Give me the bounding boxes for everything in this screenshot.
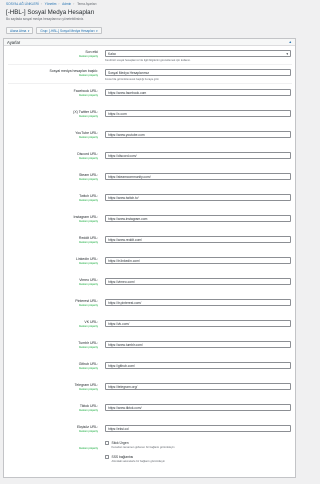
discord-url-input[interactable]: https://discord.com/ bbox=[105, 152, 291, 159]
setting-label: Linkedin URL: Custom property bbox=[8, 257, 98, 265]
twitter-url-input[interactable]: https://x.com bbox=[105, 110, 291, 117]
facebook-url-input[interactable]: https://www.facebook.com bbox=[105, 89, 291, 96]
settings-panel: Ayarlar ▲ Son etki Custom property Kalıc… bbox=[3, 38, 296, 478]
option-label: SSS bağlantısı bbox=[111, 455, 134, 459]
setting-label: Discord URL: Custom property bbox=[8, 152, 98, 160]
option-label: Stick Ürgen bbox=[111, 441, 129, 445]
custom-tag: Custom property bbox=[78, 408, 98, 412]
custom-tag: Custom property bbox=[78, 446, 98, 450]
heading-input[interactable]: Sosyal Medya Hesaplarımız bbox=[105, 69, 291, 76]
instagram-url-input[interactable]: https://www.instagram.com bbox=[105, 215, 291, 222]
tab-alana-atma[interactable]: Alana Atma ▾ bbox=[6, 27, 34, 34]
custom-tag: Custom property bbox=[78, 345, 98, 349]
setting-label: Son etki Custom property bbox=[8, 50, 98, 58]
setting-label: Reddit URL: Custom property bbox=[8, 236, 98, 244]
collapse-toggle-icon[interactable]: ▲ bbox=[289, 40, 292, 44]
setting-label: Pinterest URL: Custom property bbox=[8, 299, 98, 307]
breadcrumb-item[interactable]: SOSYAL AĞ LİNKLERİ bbox=[6, 2, 39, 6]
vimeo-url-input[interactable]: https://vimeo.com/ bbox=[105, 278, 291, 285]
setting-label: (X) Twitter URL: Custom property bbox=[8, 110, 98, 118]
custom-tag: Custom property bbox=[78, 366, 98, 370]
pinterest-url-input[interactable]: https://tr.pinterest.com/ bbox=[105, 299, 291, 306]
custom-tag: Custom property bbox=[78, 198, 98, 202]
custom-tag: Custom property bbox=[78, 261, 98, 265]
custom-tag: Custom property bbox=[78, 282, 98, 286]
tab-bar: Alana Atma ▾ Grup: [-HBL-] Sosyal Medya H… bbox=[6, 27, 102, 34]
setting-label: Steam URL: Custom property bbox=[8, 173, 98, 181]
setting-label: YouTube URL: Custom property bbox=[8, 131, 98, 139]
help-text: Footer'da görüntülenecek başlığı buraya … bbox=[105, 78, 159, 81]
option-2-checkbox[interactable] bbox=[105, 455, 109, 460]
custom-tag: Custom property bbox=[78, 387, 98, 391]
option-1-checkbox[interactable] bbox=[105, 441, 109, 446]
page-description: Bu sayfada sosyal medya hesaplarınızı yö… bbox=[6, 17, 85, 21]
divider bbox=[8, 83, 292, 84]
tab-group[interactable]: Grup: [-HBL-] Sosyal Medya Hesapları ▾ bbox=[36, 27, 102, 34]
custom-tag: Custom property bbox=[78, 429, 98, 433]
tumblr-url-input[interactable]: https://www.tumblr.com/ bbox=[105, 341, 291, 348]
vk-url-input[interactable]: https://vk.com/ bbox=[105, 320, 291, 327]
setting-label: Facebook URL: Custom property bbox=[8, 89, 98, 97]
tiktok-url-input[interactable]: https://www.tiktok.com/ bbox=[105, 404, 291, 411]
custom-tag: Custom property bbox=[78, 54, 98, 58]
panel-title: Ayarlar bbox=[7, 39, 21, 45]
custom-tag: Custom property bbox=[78, 93, 98, 97]
status-select[interactable]: Kalıcı ▾ bbox=[105, 50, 291, 57]
divider bbox=[8, 64, 292, 65]
reddit-url-input[interactable]: https://www.reddit.com/ bbox=[105, 236, 291, 243]
help-text: Kenarları tamamen gizlenen bir bağlantı … bbox=[111, 445, 175, 449]
help-text: Kendinizi sosyal hesaplarınız ile ilgili… bbox=[105, 59, 191, 62]
github-url-input[interactable]: https://github.com/ bbox=[105, 362, 291, 369]
page-title: [-HBL-] Sosyal Medya Hesapları bbox=[6, 9, 95, 16]
breadcrumb-item: Tema Ayarları bbox=[77, 2, 97, 6]
breadcrumb-item[interactable]: Yönetim bbox=[45, 2, 57, 6]
setting-label: Tumblr URL: Custom property bbox=[8, 341, 98, 349]
custom-tag: Custom property bbox=[78, 156, 98, 160]
setting-label: Tiktok URL: Custom property bbox=[8, 404, 98, 412]
youtube-url-input[interactable]: https://www.youtube.com bbox=[105, 131, 291, 138]
setting-label: Ekşisöz URL: Custom property bbox=[8, 425, 98, 433]
help-text: Altındaki sekmelerle bir bağlantı görünt… bbox=[111, 459, 165, 463]
option-row: SSS bağlantısı Altındaki sekmelerle bir … bbox=[105, 455, 165, 463]
setting-label: Instagram URL: Custom property bbox=[8, 215, 98, 223]
custom-tag: Custom property bbox=[78, 114, 98, 118]
custom-tag: Custom property bbox=[78, 240, 98, 244]
setting-label: Sosyal medya hesapları başlık: Custom pr… bbox=[8, 69, 98, 77]
setting-label: Twitch URL: Custom property bbox=[8, 194, 98, 202]
linkedin-url-input[interactable]: https://tr.linkedin.com/ bbox=[105, 257, 291, 264]
custom-tag: Custom property bbox=[78, 303, 98, 307]
custom-tag: Custom property bbox=[78, 135, 98, 139]
twitch-url-input[interactable]: https://www.twitch.tv/ bbox=[105, 194, 291, 201]
custom-tag: Custom property bbox=[78, 177, 98, 181]
setting-label: Telegram URL: Custom property bbox=[8, 383, 98, 391]
chevron-down-icon: ▾ bbox=[27, 28, 30, 33]
custom-tag: Custom property bbox=[78, 73, 98, 77]
chevron-down-icon: ▾ bbox=[286, 51, 288, 56]
setting-label: Github URL: Custom property bbox=[8, 362, 98, 370]
panel-header[interactable]: Ayarlar ▲ bbox=[4, 39, 295, 46]
custom-tag: Custom property bbox=[78, 219, 98, 223]
chevron-down-icon: ▾ bbox=[96, 28, 98, 33]
setting-label: Vimeo URL: Custom property bbox=[8, 278, 98, 286]
steam-url-input[interactable]: https://steamcommunity.com/ bbox=[105, 173, 291, 180]
setting-label: Custom property bbox=[8, 446, 98, 450]
breadcrumb-item[interactable]: Admin bbox=[62, 2, 71, 6]
setting-label: VK URL: Custom property bbox=[8, 320, 98, 328]
custom-tag: Custom property bbox=[78, 324, 98, 328]
eksisoz-url-input[interactable]: https://eksi.co/ bbox=[105, 425, 291, 432]
telegram-url-input[interactable]: https://telegram.org/ bbox=[105, 383, 291, 390]
option-row: Stick Ürgen Kenarları tamamen gizlenen b… bbox=[105, 441, 175, 449]
